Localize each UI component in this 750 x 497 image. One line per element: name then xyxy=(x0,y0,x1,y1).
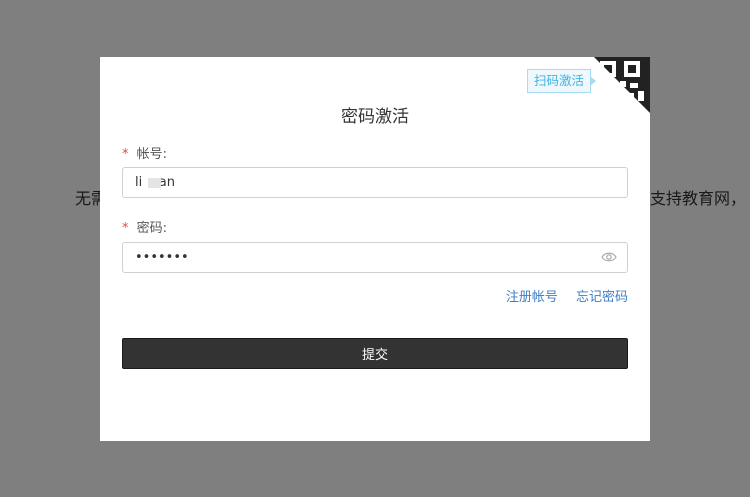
password-label: * 密码: xyxy=(122,217,167,236)
redacted-mask xyxy=(148,178,161,188)
account-input[interactable] xyxy=(123,168,607,197)
password-input[interactable] xyxy=(123,243,607,272)
forgot-password-link[interactable]: 忘记密码 xyxy=(576,290,628,305)
account-links: 注册帐号 忘记密码 xyxy=(492,286,628,305)
register-account-link[interactable]: 注册帐号 xyxy=(506,290,558,305)
account-label-text: 帐号: xyxy=(136,147,168,162)
password-activation-dialog: 扫码激活 密码激活 * 帐号: * 密码: 注册帐号 忘记密码 提交 xyxy=(100,57,650,441)
eye-icon[interactable] xyxy=(601,251,617,263)
scan-activation-tag[interactable]: 扫码激活 xyxy=(527,69,597,93)
password-field[interactable] xyxy=(122,242,628,273)
required-mark: * xyxy=(122,147,129,162)
submit-button[interactable]: 提交 xyxy=(122,338,628,369)
password-label-text: 密码: xyxy=(136,221,168,236)
dialog-title: 密码激活 xyxy=(341,107,409,127)
account-field[interactable] xyxy=(122,167,628,198)
account-label: * 帐号: xyxy=(122,143,167,162)
required-mark: * xyxy=(122,221,129,236)
